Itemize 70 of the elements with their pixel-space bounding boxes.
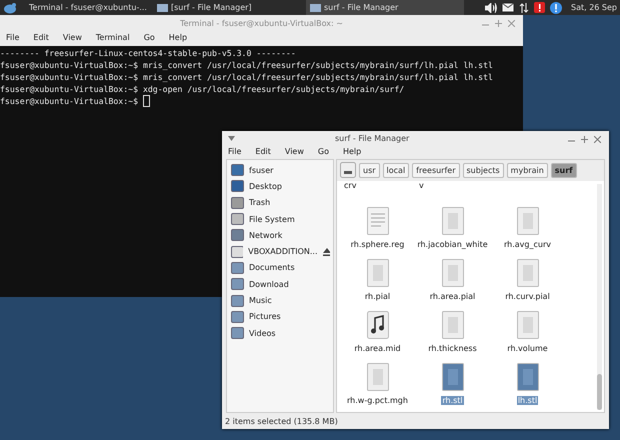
- path-button[interactable]: freesurfer: [412, 162, 460, 178]
- file-name[interactable]: rh.jacobian_white: [416, 240, 489, 249]
- sidebar-item[interactable]: fsuser: [227, 162, 333, 178]
- window-title: surf - File Manager: [335, 134, 410, 143]
- file-name[interactable]: rh.thickness: [427, 344, 478, 353]
- file-name[interactable]: rh.w-g.pct.mgh: [346, 396, 409, 405]
- terminal-line: fsuser@xubuntu-VirtualBox:~$: [0, 95, 140, 107]
- file-name[interactable]: rh.pial: [364, 292, 392, 301]
- mouse-logo-icon[interactable]: [3, 2, 17, 14]
- menu-item[interactable]: File: [6, 33, 20, 42]
- menu-item[interactable]: View: [62, 33, 82, 42]
- file-name[interactable]: rh.area.mid: [353, 344, 402, 353]
- menu-item[interactable]: Edit: [33, 33, 49, 42]
- terminal-line: fsuser@xubuntu-VirtualBox:~$ xdg-open /usr/local/freesurfer/subjects/mybrain/surf/: [0, 83, 404, 95]
- sidebar-item[interactable]: Documents: [227, 260, 333, 276]
- file-name: crv: [343, 181, 358, 190]
- terminal-line: fsuser@xubuntu-VirtualBox:~$ mris_convert /usr/local/freesurfer/subjects/mybrain/surf/lh.pial lh.stl: [0, 71, 493, 83]
- path-button[interactable]: surf: [550, 162, 577, 178]
- sidebar-item[interactable]: Pictures: [227, 308, 333, 325]
- path-button[interactable]: subjects: [462, 162, 504, 178]
- menu-item[interactable]: Go: [318, 147, 329, 156]
- file-name[interactable]: rh.curv.pial: [504, 292, 551, 301]
- path-button[interactable]: mybrain: [506, 162, 548, 178]
- close-icon[interactable]: [594, 136, 601, 143]
- maximize-icon[interactable]: [581, 136, 588, 143]
- sidebar-item[interactable]: Download: [227, 276, 333, 292]
- terminal-line: -------- freesurfer-Linux-centos4-stable-pub-v5.3.0 --------: [0, 47, 296, 59]
- window-title: Terminal - fsuser@xubuntu-VirtualBox: ~: [180, 19, 343, 28]
- file-icon[interactable]: [516, 363, 538, 391]
- sidebar-item[interactable]: Desktop: [227, 178, 333, 195]
- menu-item[interactable]: Help: [342, 147, 362, 156]
- menu-item[interactable]: Go: [144, 33, 155, 42]
- taskbar-button[interactable]: [surf - File Manager]: [153, 0, 301, 15]
- menu-item[interactable]: Help: [168, 33, 188, 42]
- taskbar-button[interactable]: surf - File Manager: [306, 0, 464, 15]
- mail-icon[interactable]: [502, 3, 514, 12]
- alert-icon[interactable]: [534, 2, 545, 13]
- path-button[interactable]: usr: [359, 162, 380, 178]
- path-button[interactable]: local: [382, 162, 410, 178]
- close-icon[interactable]: [508, 20, 515, 27]
- maximize-icon[interactable]: [495, 20, 502, 27]
- sidebar-item[interactable]: Trash: [227, 194, 333, 211]
- menu-item[interactable]: Edit: [255, 147, 271, 156]
- text-cursor: [142, 95, 150, 107]
- file-name[interactable]: rh.area.pial: [428, 292, 476, 301]
- sidebar-item[interactable]: Videos: [227, 324, 333, 342]
- status-text: 2 items selected (135.8 MB): [225, 416, 338, 426]
- network-arrows-icon[interactable]: [518, 2, 529, 12]
- terminal-line: fsuser@xubuntu-VirtualBox:~$ mris_convert /usr/local/freesurfer/subjects/mybrain/surf/lh.pial lh.stl: [0, 59, 493, 71]
- menu-item[interactable]: Terminal: [96, 33, 130, 42]
- taskbar-button[interactable]: Terminal - fsuser@xubuntu-...: [22, 0, 148, 15]
- sidebar-item[interactable]: VBOXADDITION...: [227, 243, 333, 260]
- sidebar-item[interactable]: File System: [227, 210, 333, 228]
- file-icon[interactable]: [442, 363, 464, 391]
- file-name: v: [418, 181, 425, 190]
- menu-item[interactable]: View: [284, 147, 304, 156]
- sidebar-item[interactable]: Network: [227, 227, 333, 244]
- info-icon[interactable]: [550, 2, 562, 14]
- file-name[interactable]: rh.sphere.reg: [350, 240, 406, 249]
- file-name[interactable]: rh.volume: [506, 344, 549, 353]
- eject-icon[interactable]: [322, 248, 330, 256]
- file-name[interactable]: rh.avg_curv: [503, 240, 552, 249]
- text-file-icon[interactable]: [366, 207, 388, 235]
- scrollbar[interactable]: [597, 184, 602, 410]
- volume-icon[interactable]: [484, 2, 497, 12]
- sidebar-item[interactable]: Music: [227, 292, 333, 309]
- window-menu-icon[interactable]: [228, 136, 235, 141]
- clock[interactable]: Sat, 26 Sep: [570, 3, 617, 12]
- music-note-icon[interactable]: [366, 311, 388, 339]
- menu-item[interactable]: File: [228, 147, 242, 156]
